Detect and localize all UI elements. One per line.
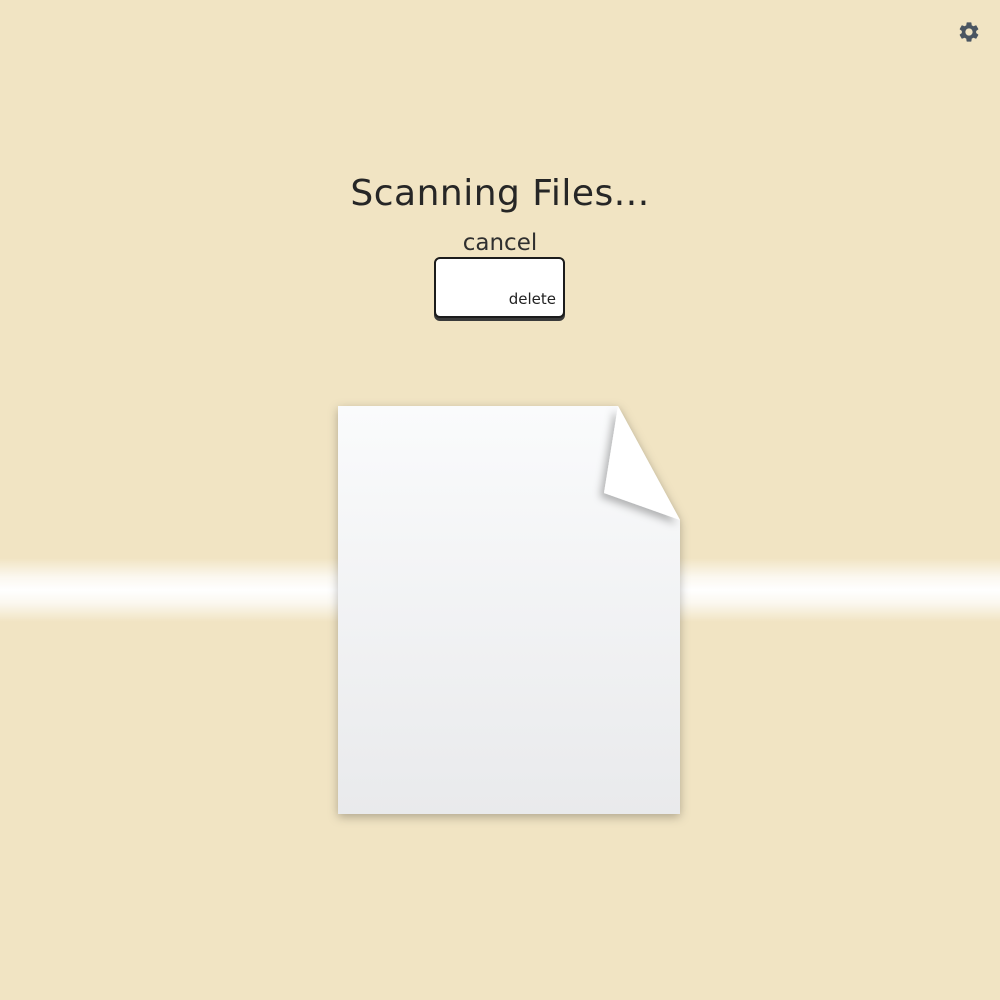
delete-key-button[interactable]: delete [434, 257, 565, 318]
delete-key-label: delete [508, 290, 556, 308]
page-title: Scanning Files... [350, 173, 650, 214]
cancel-link[interactable]: cancel [0, 229, 1000, 257]
gear-icon [959, 22, 979, 42]
settings-button[interactable] [956, 19, 982, 45]
document-icon [338, 406, 680, 814]
